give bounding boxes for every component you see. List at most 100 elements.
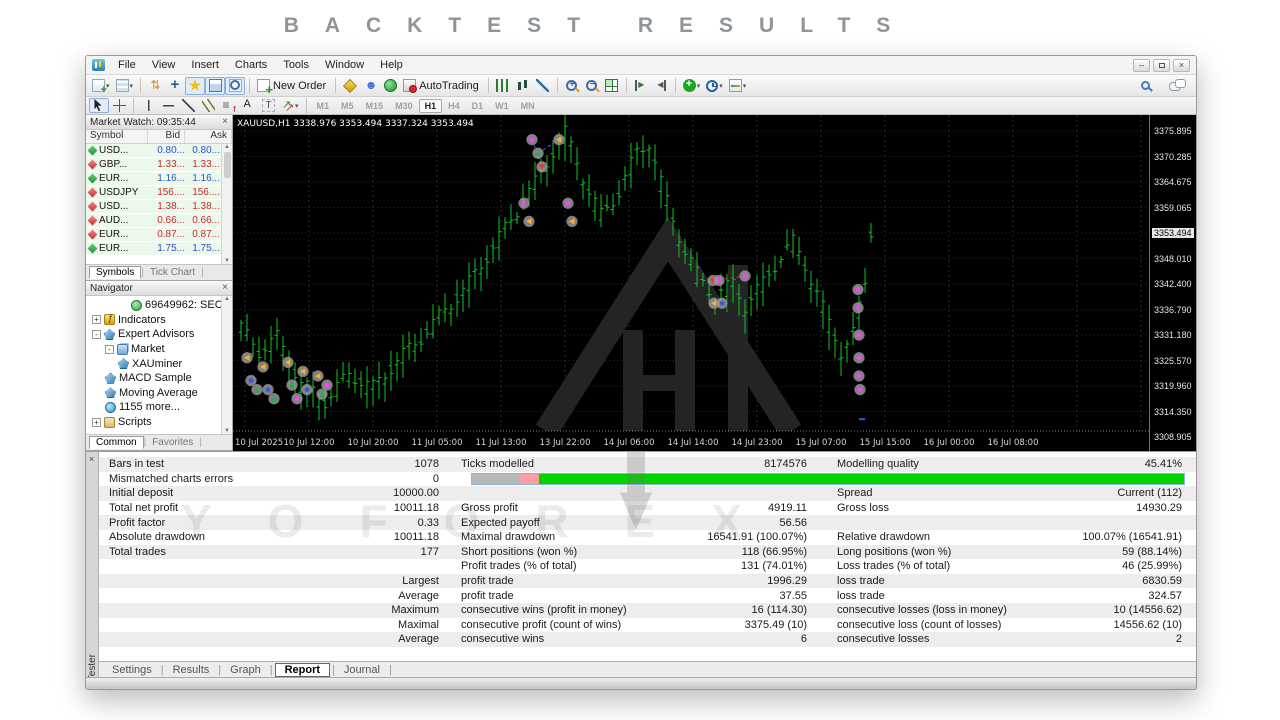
market-watch-row[interactable]: USD... 0.80... 0.80... xyxy=(86,144,232,158)
arrows-orange-icon xyxy=(149,79,162,92)
autotrading-button[interactable]: AutoTrading xyxy=(400,77,484,95)
navigator-item[interactable]: XAUminer xyxy=(86,356,232,371)
symbol-name: EUR... xyxy=(99,243,129,254)
auto-scroll-button[interactable] xyxy=(631,77,651,95)
chart-area[interactable]: 10 Jul 2025 10 Jul 12:00 10 Jul 20:00 11 Ju… xyxy=(233,115,1196,451)
scroll-up-icon[interactable]: ▲ xyxy=(224,296,230,302)
zoom-in-button[interactable] xyxy=(562,77,582,95)
window-minimize-icon[interactable]: – xyxy=(1133,58,1150,72)
expand-toggle-icon[interactable]: + xyxy=(92,417,101,427)
channel-tool[interactable] xyxy=(198,98,218,113)
market-watch-close-icon[interactable]: × xyxy=(222,117,228,127)
hline-tool[interactable] xyxy=(158,98,178,113)
menu-item-help[interactable]: Help xyxy=(372,59,411,71)
market-watch-row[interactable]: EUR... 1.75... 1.75... xyxy=(86,242,232,256)
strategy-tester-toggle[interactable] xyxy=(225,76,246,95)
timeframe-d1[interactable]: D1 xyxy=(466,99,490,113)
fibonacci-tool[interactable] xyxy=(218,98,238,114)
terminal-toggle[interactable] xyxy=(205,76,226,95)
market-watch-toggle[interactable] xyxy=(145,77,165,95)
candle-chart-button[interactable] xyxy=(513,77,533,95)
chat-button[interactable] xyxy=(1165,77,1186,95)
navigator-item[interactable]: 1155 more... xyxy=(86,400,232,415)
new-order-button[interactable]: New Order xyxy=(254,77,331,97)
window-restore-icon[interactable] xyxy=(1153,58,1170,72)
timeframe-m5[interactable]: M5 xyxy=(335,99,360,113)
market-watch-row[interactable]: AUD... 0.66... 0.66... xyxy=(86,214,232,228)
profiles-button[interactable]: ▾ xyxy=(113,77,137,95)
menu-item-tools[interactable]: Tools xyxy=(275,59,317,71)
navigator-item[interactable]: Moving Average xyxy=(86,386,232,401)
tester-tab-graph[interactable]: Graph xyxy=(223,664,268,676)
price-tick: 3370.285 xyxy=(1154,151,1192,162)
scroll-thumb[interactable] xyxy=(223,152,231,178)
menu-item-window[interactable]: Window xyxy=(317,59,372,71)
trade-marker xyxy=(282,356,294,369)
periods-button[interactable]: ▾ xyxy=(703,77,726,95)
market-watch-tab-symbols[interactable]: Symbols xyxy=(89,266,142,279)
timeframe-w1[interactable]: W1 xyxy=(489,99,515,113)
chart-shift-button[interactable] xyxy=(651,77,671,95)
menu-item-charts[interactable]: Charts xyxy=(227,59,275,71)
market-watch-row[interactable]: USDJPY 156.... 156.... xyxy=(86,186,232,200)
connection-button[interactable] xyxy=(380,77,400,95)
menu-item-file[interactable]: File xyxy=(110,59,144,71)
navigator-tab-common[interactable]: Common xyxy=(89,436,144,449)
timeframe-mn[interactable]: MN xyxy=(515,99,541,113)
market-watch-row[interactable]: USD... 1.38... 1.38... xyxy=(86,200,232,214)
navigator-scrollbar[interactable]: ▲ ▼ xyxy=(221,296,232,434)
tester-tab-report[interactable]: Report xyxy=(274,662,331,677)
window-close-icon[interactable]: × xyxy=(1173,58,1190,72)
navigator-item[interactable]: + Indicators xyxy=(86,313,232,328)
market-watch-row[interactable]: EUR... 1.16... 1.16... xyxy=(86,172,232,186)
market-watch-tab-tick-chart[interactable]: Tick Chart xyxy=(144,267,201,278)
data-window-button[interactable] xyxy=(165,77,185,95)
timeframe-h1[interactable]: H1 xyxy=(418,98,443,113)
templates-button[interactable]: ▾ xyxy=(726,77,750,95)
tester-tab-journal[interactable]: Journal xyxy=(337,664,387,676)
market-watch-row[interactable]: EUR... 0.87... 0.87... xyxy=(86,228,232,242)
zoom-out-button[interactable] xyxy=(582,77,602,95)
tester-close-icon[interactable]: × xyxy=(89,454,94,464)
timeframe-m15[interactable]: M15 xyxy=(360,99,390,113)
toolbar-separator xyxy=(133,98,134,113)
trendline-tool[interactable] xyxy=(178,98,198,113)
timeframe-m30[interactable]: M30 xyxy=(389,99,419,113)
tile-windows-button[interactable] xyxy=(602,77,622,95)
navigator-item[interactable]: + Scripts xyxy=(86,415,232,430)
tester-tab-results[interactable]: Results xyxy=(166,664,217,676)
price-chart[interactable]: 10 Jul 2025 10 Jul 12:00 10 Jul 20:00 11 Ju… xyxy=(233,115,1149,451)
navigator-item[interactable]: - Market xyxy=(86,342,232,357)
navigator-tab-favorites[interactable]: Favorites xyxy=(146,437,199,448)
vline-tool[interactable] xyxy=(138,98,158,113)
new-chart-button[interactable]: ▾ xyxy=(89,77,113,96)
label-tool[interactable] xyxy=(258,98,278,113)
search-button[interactable] xyxy=(1135,77,1155,95)
bar-chart-button[interactable] xyxy=(493,77,513,95)
navigator-item[interactable]: MACD Sample xyxy=(86,371,232,386)
timeframe-h4[interactable]: H4 xyxy=(442,99,466,113)
navigator-toggle[interactable] xyxy=(185,76,206,95)
timeframe-m1[interactable]: M1 xyxy=(311,99,336,113)
chart-plus-icon xyxy=(92,79,107,96)
tester-tab-settings[interactable]: Settings xyxy=(105,664,159,676)
indicators-button[interactable]: ▾ xyxy=(680,77,704,95)
navigator-item[interactable]: 69649962: SEC xyxy=(86,298,232,313)
navigator-close-icon[interactable]: × xyxy=(222,283,228,293)
expand-toggle-icon[interactable]: - xyxy=(105,344,114,354)
text-tool[interactable] xyxy=(238,98,258,113)
community-button[interactable] xyxy=(360,77,380,95)
metaeditor-button[interactable] xyxy=(340,77,360,95)
shapes-tool[interactable]: ▾ xyxy=(278,98,302,113)
line-chart-button[interactable] xyxy=(533,77,553,95)
expand-toggle-icon[interactable]: + xyxy=(92,315,101,325)
market-watch-scrollbar[interactable]: ▲ ▼ xyxy=(221,144,232,264)
expand-toggle-icon[interactable]: - xyxy=(92,329,101,339)
navigator-item[interactable]: - Expert Advisors xyxy=(86,327,232,342)
market-watch-row[interactable]: GBP... 1.33... 1.33... xyxy=(86,158,232,172)
scroll-up-icon[interactable]: ▲ xyxy=(224,144,230,150)
crosshair-tool[interactable] xyxy=(109,98,129,113)
menu-item-insert[interactable]: Insert xyxy=(183,59,227,71)
cursor-tool[interactable] xyxy=(89,98,109,113)
menu-item-view[interactable]: View xyxy=(144,59,184,71)
